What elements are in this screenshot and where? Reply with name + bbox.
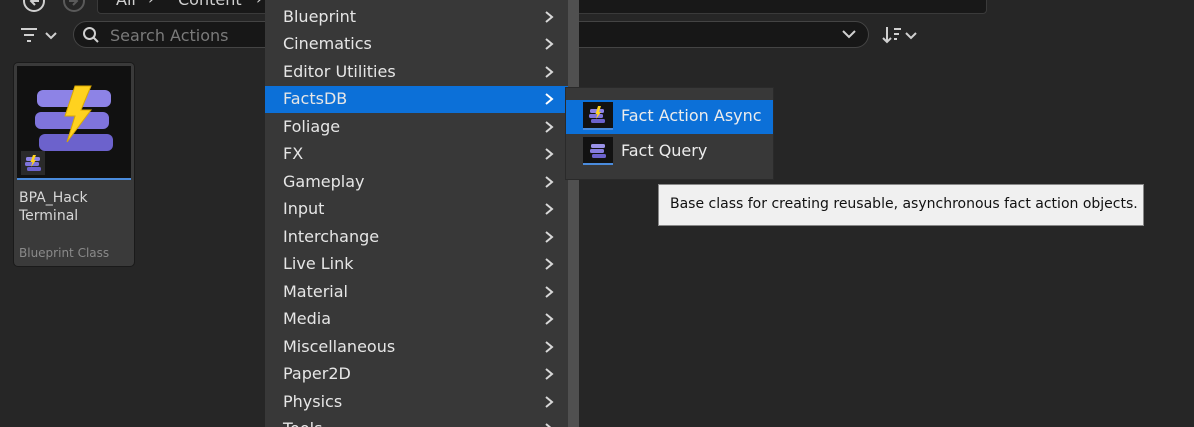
menu-item-label: Live Link bbox=[283, 254, 354, 273]
context-menu: Blueprint Cinematics Editor Utilities Fa… bbox=[265, 0, 579, 427]
search-icon bbox=[83, 27, 99, 43]
menu-item-foliage[interactable]: Foliage bbox=[265, 114, 568, 141]
menu-item-label: Media bbox=[283, 309, 332, 328]
tooltip-text: Base class for creating reusable, asynch… bbox=[670, 196, 1138, 212]
filter-icon bbox=[21, 28, 57, 42]
chevron-right-icon bbox=[545, 148, 554, 160]
menu-item-label: Tools bbox=[283, 419, 322, 427]
menu-item-input[interactable]: Input bbox=[265, 196, 568, 223]
chevron-right-icon bbox=[545, 11, 554, 23]
factsdb-submenu: Fact Action Async Fact Query bbox=[565, 87, 774, 180]
asset-tile[interactable]: BPA_Hack Terminal Blueprint Class bbox=[14, 63, 134, 266]
menu-item-physics[interactable]: Physics bbox=[265, 389, 568, 416]
back-button[interactable] bbox=[23, 0, 45, 12]
chevron-right-icon bbox=[545, 203, 554, 215]
chevron-right-icon bbox=[545, 368, 554, 380]
submenu-item-label: Fact Action Async bbox=[621, 106, 762, 125]
menu-item-label: Cinematics bbox=[283, 34, 372, 53]
tooltip: Base class for creating reusable, asynch… bbox=[658, 184, 1144, 226]
menu-item-material[interactable]: Material bbox=[265, 279, 568, 306]
menu-item-factsdb[interactable]: FactsDB bbox=[265, 86, 568, 113]
menu-scrollbar[interactable] bbox=[568, 0, 579, 427]
chevron-right-icon bbox=[545, 38, 554, 50]
chevron-right-icon[interactable]: › bbox=[256, 0, 262, 8]
sort-button[interactable] bbox=[881, 24, 921, 46]
arrow-right-icon bbox=[69, 0, 79, 6]
asset-type-underline bbox=[17, 178, 131, 180]
chevron-right-icon bbox=[545, 66, 554, 78]
menu-item-label: Blueprint bbox=[283, 7, 356, 26]
chevron-right-icon bbox=[545, 121, 554, 133]
forward-button[interactable] bbox=[63, 0, 85, 12]
menu-item-label: Miscellaneous bbox=[283, 337, 396, 356]
menu-item-media[interactable]: Media bbox=[265, 306, 568, 333]
breadcrumb-item-all[interactable]: All bbox=[116, 0, 136, 9]
top-bar: All › Content › ⌄ bbox=[0, 0, 1194, 14]
menu-item-label: Paper2D bbox=[283, 364, 351, 383]
submenu-item-fact-query[interactable]: Fact Query bbox=[566, 135, 773, 169]
menu-item-label: FX bbox=[283, 144, 304, 163]
chevron-right-icon bbox=[545, 423, 552, 427]
chevron-right-icon bbox=[545, 313, 554, 325]
menu-item-label: Editor Utilities bbox=[283, 62, 396, 81]
menu-item-label: Gameplay bbox=[283, 172, 365, 191]
fact-action-async-icon bbox=[583, 102, 613, 130]
blueprint-badge-icon bbox=[21, 151, 45, 179]
sort-icon bbox=[882, 27, 917, 44]
menu-item-cinematics[interactable]: Cinematics bbox=[265, 31, 568, 58]
menu-item-label: Material bbox=[283, 282, 348, 301]
menu-item-label: FactsDB bbox=[283, 89, 348, 108]
submenu-item-fact-action-async[interactable]: Fact Action Async bbox=[566, 100, 773, 134]
asset-name: BPA_Hack Terminal bbox=[19, 190, 88, 224]
chevron-down-icon[interactable]: ⌄ bbox=[962, 0, 974, 3]
fact-query-icon bbox=[583, 137, 613, 165]
menu-item-tools[interactable]: Tools bbox=[265, 416, 568, 427]
menu-item-live-link[interactable]: Live Link bbox=[265, 251, 568, 278]
submenu-item-label: Fact Query bbox=[621, 141, 708, 160]
menu-item-gameplay[interactable]: Gameplay bbox=[265, 169, 568, 196]
menu-item-editor-utilities[interactable]: Editor Utilities bbox=[265, 59, 568, 86]
menu-item-label: Input bbox=[283, 199, 325, 218]
chevron-right-icon bbox=[545, 258, 554, 270]
menu-item-label: Physics bbox=[283, 392, 343, 411]
chevron-right-icon bbox=[545, 231, 554, 243]
chevron-right-icon bbox=[545, 396, 554, 408]
filter-button[interactable] bbox=[18, 24, 62, 46]
asset-type: Blueprint Class bbox=[19, 246, 110, 260]
chevron-right-icon bbox=[545, 93, 554, 105]
chevron-right-icon bbox=[545, 176, 554, 188]
menu-item-paper2d[interactable]: Paper2D bbox=[265, 361, 568, 388]
menu-item-fx[interactable]: FX bbox=[265, 141, 568, 168]
chevron-right-icon bbox=[545, 341, 554, 353]
arrow-left-icon bbox=[29, 0, 39, 6]
breadcrumb-item-content[interactable]: Content bbox=[178, 0, 242, 9]
menu-item-interchange[interactable]: Interchange bbox=[265, 224, 568, 251]
menu-item-label: Interchange bbox=[283, 227, 380, 246]
chevron-right-icon: › bbox=[148, 0, 154, 8]
menu-item-label: Foliage bbox=[283, 117, 341, 136]
chevron-right-icon bbox=[545, 286, 554, 298]
menu-item-blueprint[interactable]: Blueprint bbox=[265, 4, 568, 31]
chevron-down-icon[interactable] bbox=[840, 25, 858, 43]
menu-item-miscellaneous[interactable]: Miscellaneous bbox=[265, 334, 568, 361]
